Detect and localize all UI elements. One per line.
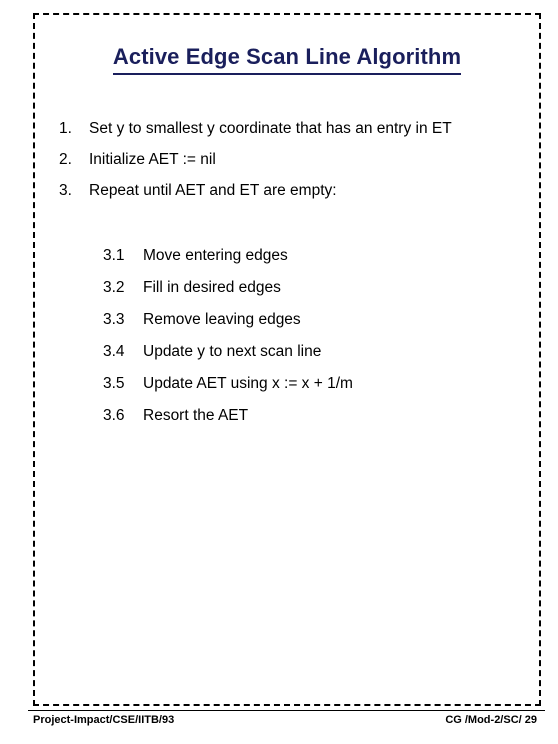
list-item-text: Update y to next scan line xyxy=(143,343,322,360)
list-item-text: Repeat until AET and ET are empty: xyxy=(89,182,337,199)
list-item-marker: 1. xyxy=(59,120,72,137)
list-item-marker: 3.4 xyxy=(103,343,125,360)
list-item-marker: 3. xyxy=(59,182,72,199)
numbered-substep-list: 3.1 Move entering edges 3.2 Fill in desi… xyxy=(103,246,503,438)
list-item-marker: 2. xyxy=(59,151,72,168)
list-item-text: Initialize AET := nil xyxy=(89,151,216,168)
list-item-marker: 3.6 xyxy=(103,407,125,424)
list-item-text: Fill in desired edges xyxy=(143,279,281,296)
footer-right-text: CG /Mod-2/SC/ 29 xyxy=(445,714,537,726)
list-item-text: Set y to smallest y coordinate that has … xyxy=(89,120,452,137)
list-item-marker: 3.2 xyxy=(103,279,125,296)
page-title-text: Active Edge Scan Line Algorithm xyxy=(112,44,462,75)
list-item: 3. Repeat until AET and ET are empty: xyxy=(59,181,499,200)
list-item: 3.4 Update y to next scan line xyxy=(103,342,503,361)
list-item: 1. Set y to smallest y coordinate that h… xyxy=(59,119,499,138)
numbered-step-list: 1. Set y to smallest y coordinate that h… xyxy=(59,119,499,212)
list-item: 3.1 Move entering edges xyxy=(103,246,503,265)
list-item-text: Remove leaving edges xyxy=(143,311,301,328)
list-item: 3.5 Update AET using x := x + 1/m xyxy=(103,374,503,393)
footer: Project-Impact/CSE/IITB/93 CG /Mod-2/SC/… xyxy=(33,714,545,726)
list-item-marker: 3.3 xyxy=(103,311,125,328)
list-item: 3.2 Fill in desired edges xyxy=(103,278,503,297)
list-item: 3.3 Remove leaving edges xyxy=(103,310,503,329)
list-item-text: Move entering edges xyxy=(143,247,288,264)
list-item-text: Update AET using x := x + 1/m xyxy=(143,375,353,392)
footer-divider xyxy=(28,710,545,711)
list-item-text: Resort the AET xyxy=(143,407,249,424)
list-item: 3.6 Resort the AET xyxy=(103,406,503,425)
footer-left-text: Project-Impact/CSE/IITB/93 xyxy=(33,714,175,726)
list-item: 2. Initialize AET := nil xyxy=(59,150,499,169)
list-item-marker: 3.1 xyxy=(103,247,125,264)
page-title: Active Edge Scan Line Algorithm xyxy=(33,44,541,75)
list-item-marker: 3.5 xyxy=(103,375,125,392)
